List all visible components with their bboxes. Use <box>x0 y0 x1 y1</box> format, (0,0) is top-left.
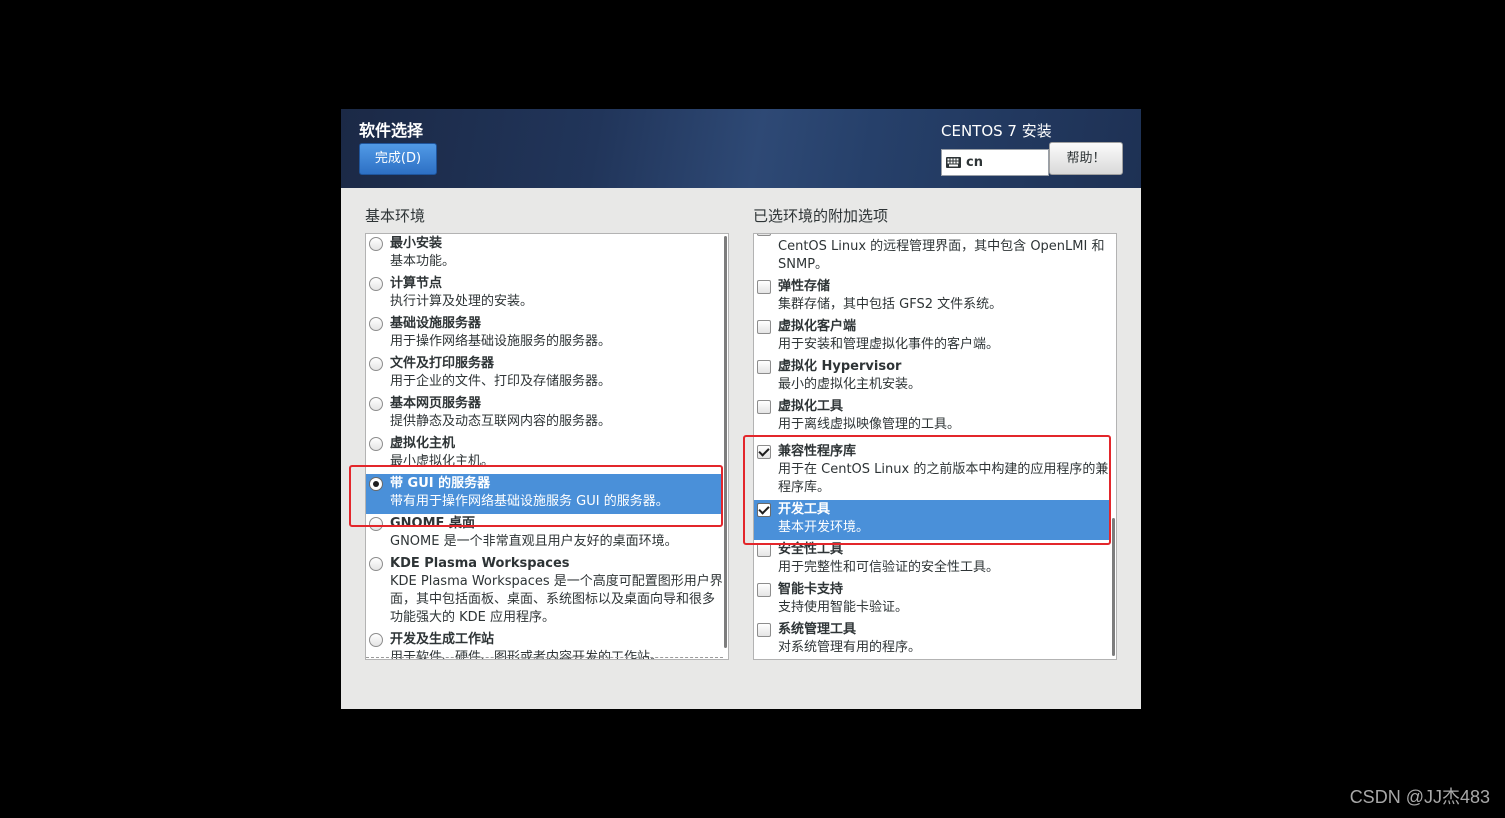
option-title: 基础设施服务器 <box>390 316 482 331</box>
radio-button[interactable] <box>369 633 383 647</box>
product-title: CENTOS 7 安装 <box>941 122 1052 140</box>
option-description: 用于完整性和可信验证的安全性工具。 <box>778 560 1000 575</box>
checkbox[interactable] <box>757 400 771 414</box>
checkbox[interactable] <box>757 280 771 294</box>
help-button[interactable]: 帮助！ <box>1049 142 1123 175</box>
overflow-indicator <box>366 657 723 658</box>
option-title: 虚拟化客户端 <box>778 319 857 334</box>
addons-label: 已选环境的附加选项 <box>753 207 889 225</box>
radio-button[interactable] <box>369 397 383 411</box>
radio-button[interactable] <box>369 277 383 291</box>
option-description: 提供静态及动态互联网内容的服务器。 <box>390 414 612 429</box>
keyboard-layout-indicator[interactable]: cn <box>941 149 1049 176</box>
env-infrastructure-server[interactable]: 基础设施服务器 用于操作网络基础设施服务的服务器。 <box>366 314 723 354</box>
option-description: 用于操作网络基础设施服务的服务器。 <box>390 334 612 349</box>
keyboard-layout-value: cn <box>966 155 983 170</box>
watermark: CSDN @JJ杰483 <box>1349 787 1490 807</box>
option-description: 用于安装和管理虚拟化事件的客户端。 <box>778 337 1000 352</box>
option-title: 基本网页服务器 <box>390 396 482 411</box>
option-description: 用于企业的文件、打印及存储服务器。 <box>390 374 612 389</box>
radio-button[interactable] <box>369 237 383 251</box>
option-title: 系统管理工具 <box>778 622 857 637</box>
option-description: GNOME 是一个非常直观且用户友好的桌面环境。 <box>390 534 678 549</box>
option-title: 智能卡支持 <box>778 582 844 597</box>
addon-virtualization-hypervisor[interactable]: 虚拟化 Hypervisor 最小的虚拟化主机安装。 <box>754 357 1111 397</box>
base-environment-label: 基本环境 <box>365 207 426 225</box>
option-title: 弹性存储 <box>778 279 831 294</box>
env-development-workstation[interactable]: 开发及生成工作站 用于软件、硬件、图形或者内容开发的工作站。 <box>366 630 723 660</box>
scrollbar[interactable] <box>724 236 727 648</box>
checkbox[interactable] <box>757 320 771 334</box>
option-description: 用于离线虚拟映像管理的工具。 <box>778 417 961 432</box>
base-environment-list[interactable]: 最小安装 基本功能。 计算节点 执行计算及处理的安装。 基础设施服务器 用于操作… <box>365 233 729 660</box>
addon-remote-management[interactable]: CentOS Linux 的远程管理界面，其中包含 OpenLMI 和 SNMP… <box>754 234 1111 277</box>
addon-system-admin-tools[interactable]: 系统管理工具 对系统管理有用的程序。 <box>754 620 1111 659</box>
option-title: 虚拟化主机 <box>390 436 456 451</box>
option-title: 虚拟化 Hypervisor <box>778 359 902 374</box>
option-description: 对系统管理有用的程序。 <box>778 640 922 655</box>
checkbox[interactable] <box>757 234 771 236</box>
option-description: 支持使用智能卡验证。 <box>778 600 909 615</box>
radio-button[interactable] <box>369 317 383 331</box>
option-description: KDE Plasma Workspaces 是一个高度可配置图形用户界 <box>390 574 723 589</box>
scrollbar[interactable] <box>1112 518 1115 656</box>
option-title: 计算节点 <box>390 276 443 291</box>
option-description: 功能强大的 KDE 应用程序。 <box>390 610 556 625</box>
option-description: 执行计算及处理的安装。 <box>390 294 534 309</box>
keyboard-icon <box>946 157 961 168</box>
annotation-box <box>743 435 1111 545</box>
option-description: 基本功能。 <box>390 254 456 269</box>
addon-virtualization-client[interactable]: 虚拟化客户端 用于安装和管理虚拟化事件的客户端。 <box>754 317 1111 357</box>
option-description: 面，其中包括面板、桌面、系统图标以及桌面向导和很多 <box>390 592 716 607</box>
checkbox[interactable] <box>757 583 771 597</box>
env-file-print-server[interactable]: 文件及打印服务器 用于企业的文件、打印及存储服务器。 <box>366 354 723 394</box>
option-title: 文件及打印服务器 <box>390 356 495 371</box>
installer-window: 软件选择 完成(D) CENTOS 7 安装 cn 帮助！ 基本环境 已选环境的… <box>341 109 1141 709</box>
radio-button[interactable] <box>369 557 383 571</box>
radio-button[interactable] <box>369 437 383 451</box>
done-button[interactable]: 完成(D) <box>359 143 437 175</box>
checkbox[interactable] <box>757 543 771 557</box>
option-description: 集群存储，其中包括 GFS2 文件系统。 <box>778 297 1003 312</box>
addon-virtualization-tools[interactable]: 虚拟化工具 用于离线虚拟映像管理的工具。 <box>754 397 1111 437</box>
page-title: 软件选择 <box>359 121 424 140</box>
option-title: 虚拟化工具 <box>778 399 844 414</box>
env-compute-node[interactable]: 计算节点 执行计算及处理的安装。 <box>366 274 723 314</box>
env-kde-plasma-workspaces[interactable]: KDE Plasma Workspaces KDE Plasma Workspa… <box>366 554 723 630</box>
radio-button[interactable] <box>369 357 383 371</box>
option-description: SNMP。 <box>778 257 829 272</box>
option-title: 开发及生成工作站 <box>390 632 495 647</box>
option-description: 用于软件、硬件、图形或者内容开发的工作站。 <box>390 650 664 660</box>
env-minimal-install[interactable]: 最小安装 基本功能。 <box>366 234 723 274</box>
annotation-box <box>349 465 723 527</box>
addon-resilient-storage[interactable]: 弹性存储 集群存储，其中包括 GFS2 文件系统。 <box>754 277 1111 317</box>
option-description: CentOS Linux 的远程管理界面，其中包含 OpenLMI 和 <box>778 239 1105 254</box>
checkbox[interactable] <box>757 360 771 374</box>
option-title: 最小安装 <box>390 236 443 251</box>
checkbox[interactable] <box>757 623 771 637</box>
header-bar: 软件选择 完成(D) CENTOS 7 安装 cn 帮助！ <box>341 109 1141 188</box>
option-title: KDE Plasma Workspaces <box>390 556 570 571</box>
addon-smart-card-support[interactable]: 智能卡支持 支持使用智能卡验证。 <box>754 580 1111 620</box>
env-basic-web-server[interactable]: 基本网页服务器 提供静态及动态互联网内容的服务器。 <box>366 394 723 434</box>
option-description: 最小的虚拟化主机安装。 <box>778 377 922 392</box>
addon-security-tools[interactable]: 安全性工具 用于完整性和可信验证的安全性工具。 <box>754 540 1111 580</box>
